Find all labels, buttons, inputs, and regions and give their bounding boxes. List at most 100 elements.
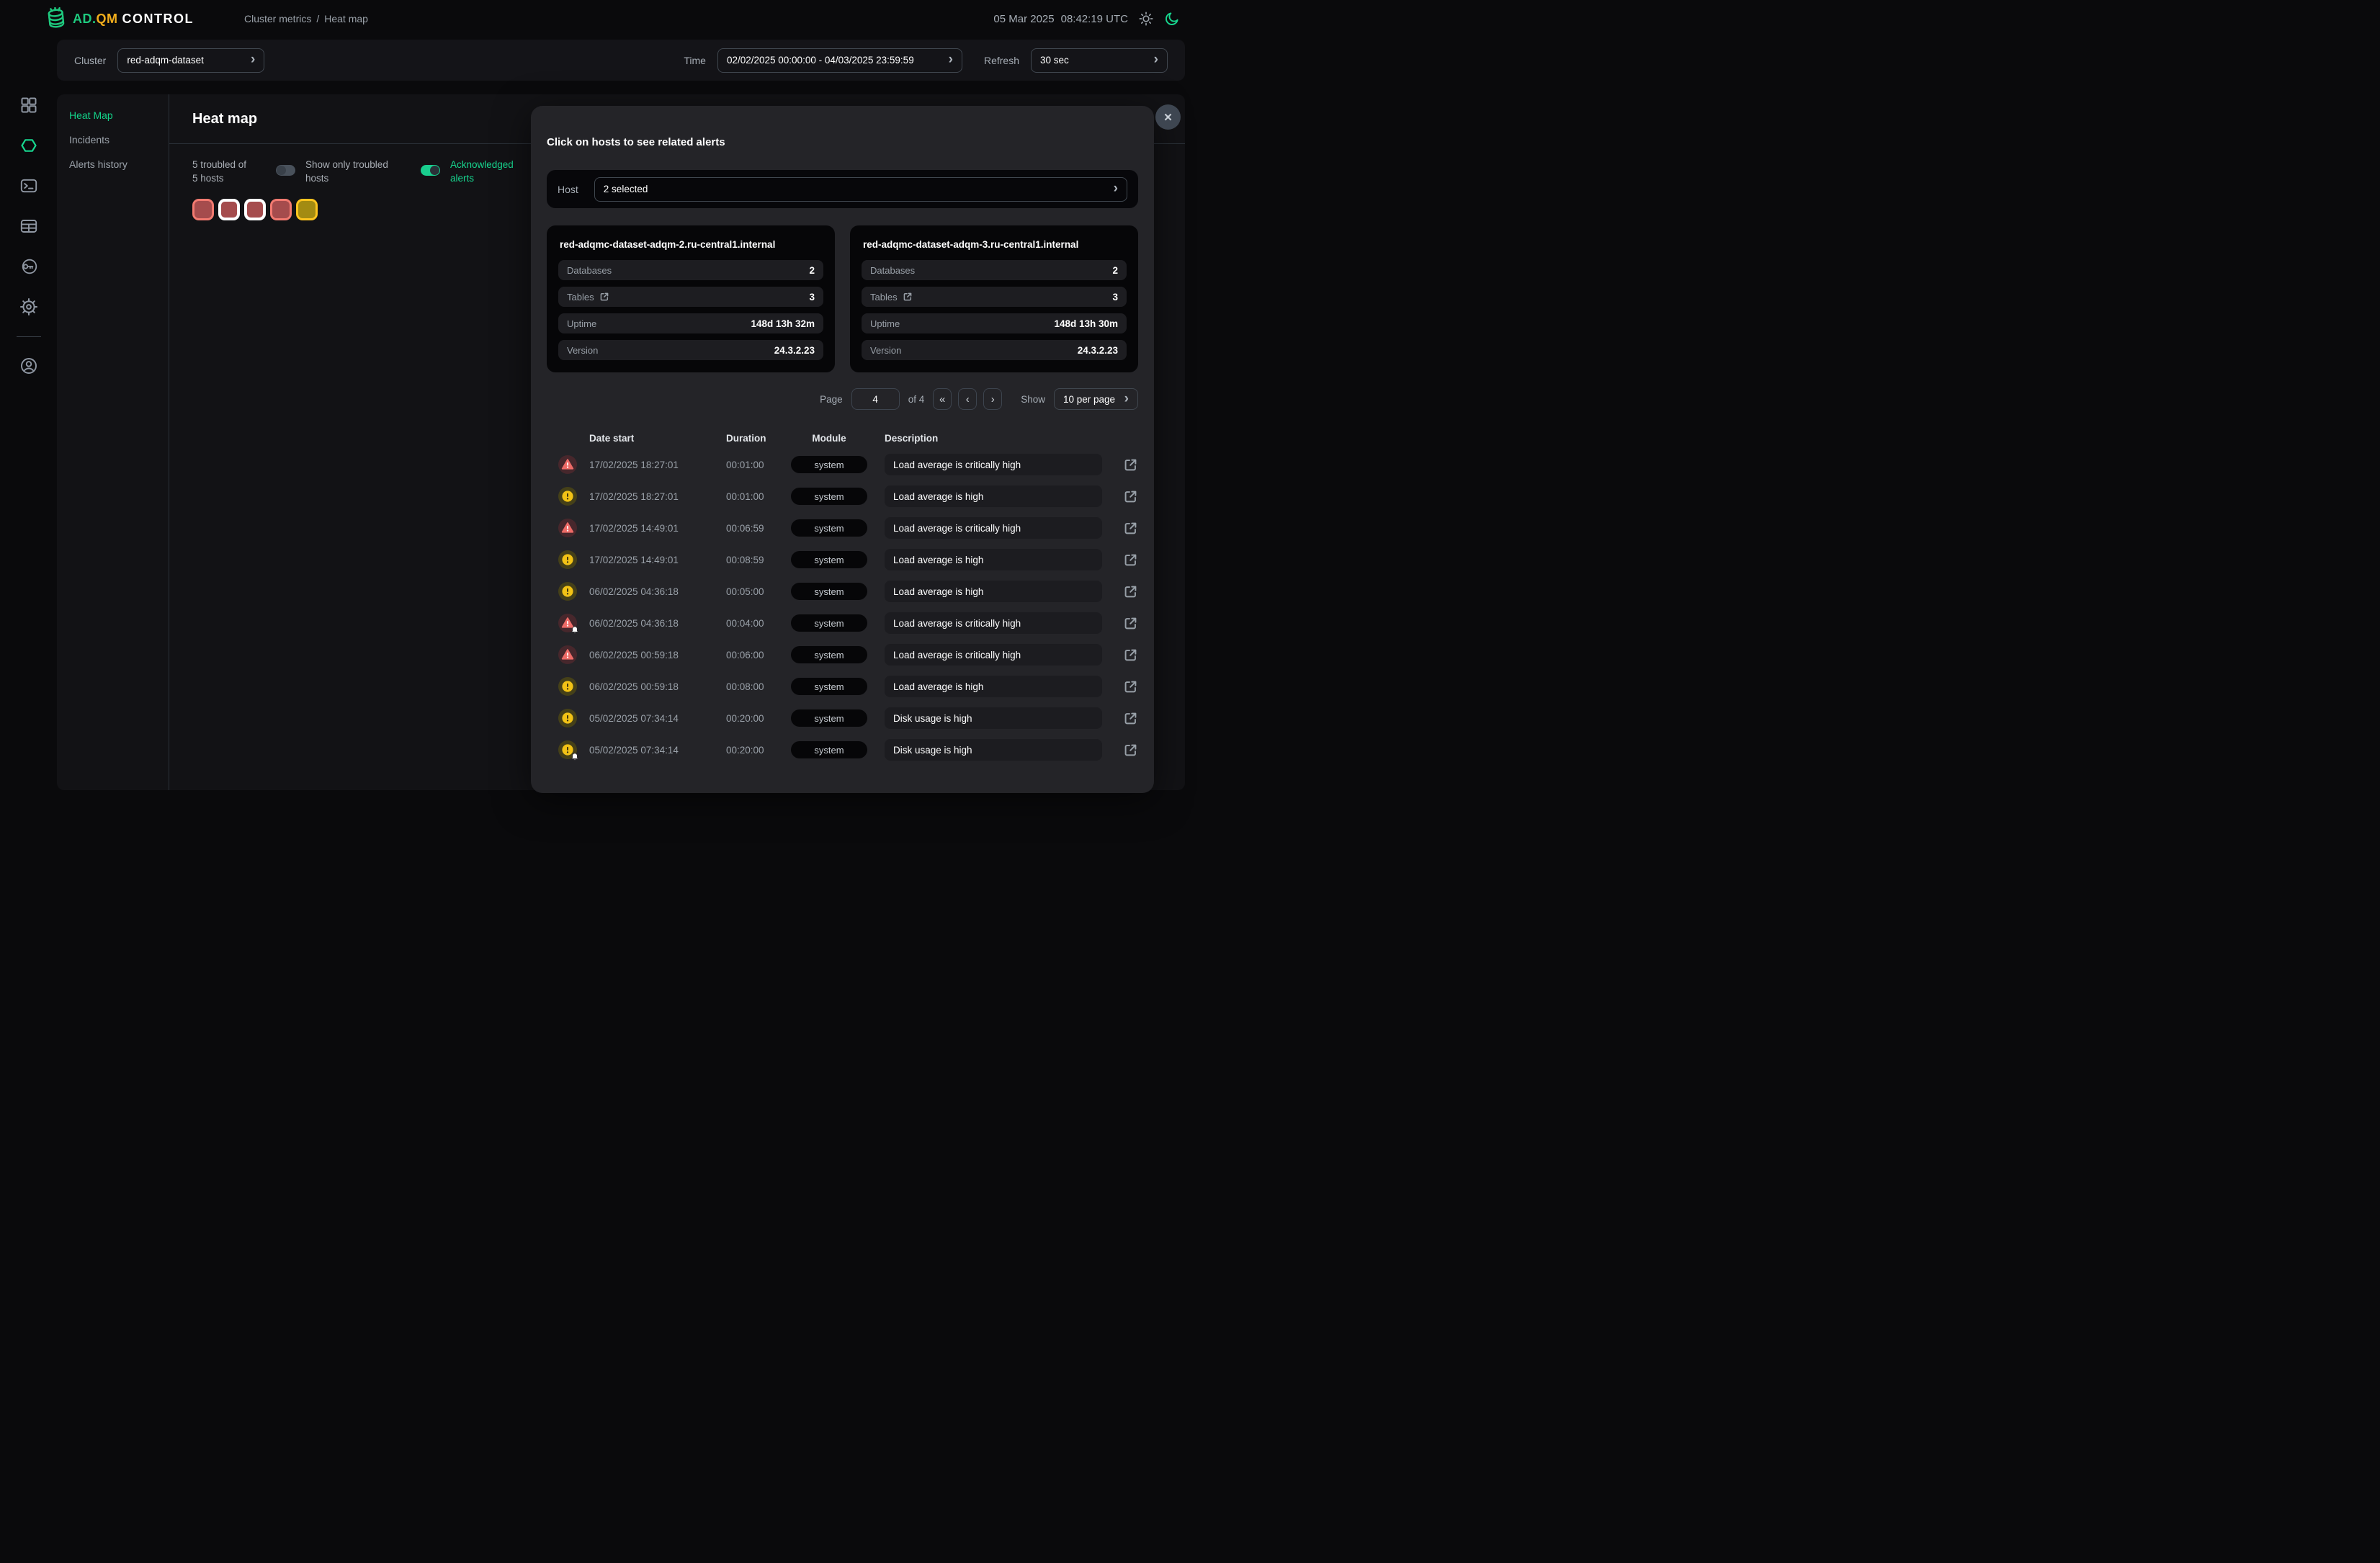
time-label: Time bbox=[684, 55, 706, 66]
alert-row: 06/02/2025 04:36:18 00:04:00 system Load… bbox=[547, 607, 1138, 639]
host-stat-label: Uptime bbox=[567, 318, 596, 329]
refresh-select[interactable]: 30 sec › bbox=[1031, 48, 1168, 73]
monitoring-hexagon-icon[interactable] bbox=[20, 137, 37, 154]
alert-date-start: 17/02/2025 18:27:01 bbox=[589, 460, 726, 470]
open-alert-link-icon[interactable] bbox=[1123, 521, 1138, 536]
breadcrumb: Cluster metrics / Heat map bbox=[244, 13, 368, 24]
dark-theme-button[interactable] bbox=[1164, 11, 1180, 27]
open-alert-link-icon[interactable] bbox=[1123, 743, 1138, 758]
alert-description: Load average is high bbox=[885, 676, 1102, 697]
open-alert-link-icon[interactable] bbox=[1123, 648, 1138, 663]
access-key-icon[interactable] bbox=[20, 258, 37, 275]
first-page-button[interactable]: « bbox=[933, 388, 952, 410]
toggle-knob bbox=[430, 166, 439, 175]
subnav-item-alerts-history[interactable]: Alerts history bbox=[57, 152, 169, 176]
cluster-select[interactable]: red-adqm-dataset › bbox=[117, 48, 264, 73]
database-logo-icon bbox=[45, 7, 67, 30]
host-stat-label: Databases bbox=[870, 265, 915, 276]
alert-duration: 00:05:00 bbox=[726, 586, 791, 597]
tables-icon[interactable] bbox=[20, 218, 37, 235]
header-description: Description bbox=[885, 433, 1102, 444]
open-alert-link-icon[interactable] bbox=[1123, 679, 1138, 694]
page-total: of 4 bbox=[908, 394, 925, 405]
troubled-summary: 5 troubled of 5 hosts bbox=[192, 158, 261, 185]
per-page-select[interactable]: 10 per page › bbox=[1054, 388, 1138, 410]
chevron-right-icon: › bbox=[1154, 53, 1158, 66]
alert-module-badge: system bbox=[791, 488, 867, 505]
prev-page-button[interactable]: ‹ bbox=[958, 388, 977, 410]
utc-clock: 05 Mar 2025 08:42:19 UTC bbox=[993, 13, 1128, 25]
heatmap-host-cell[interactable] bbox=[244, 199, 266, 220]
alert-duration: 00:01:00 bbox=[726, 460, 791, 470]
close-button[interactable]: ✕ bbox=[1155, 104, 1181, 130]
host-stat-value: 24.3.2.23 bbox=[1078, 345, 1118, 356]
next-page-button[interactable]: › bbox=[983, 388, 1002, 410]
open-alert-link-icon[interactable] bbox=[1123, 457, 1138, 473]
toggle-knob bbox=[277, 166, 286, 175]
host-stat-value: 148d 13h 32m bbox=[751, 318, 815, 329]
alert-module-badge: system bbox=[791, 456, 867, 473]
alert-duration: 00:01:00 bbox=[726, 491, 791, 502]
alert-row: 17/02/2025 18:27:01 00:01:00 system Load… bbox=[547, 480, 1138, 512]
subnav-item-incidents[interactable]: Incidents bbox=[57, 127, 169, 152]
acknowledged-toggle[interactable] bbox=[421, 165, 440, 176]
page-input[interactable] bbox=[851, 388, 900, 410]
alert-duration: 00:08:59 bbox=[726, 555, 791, 565]
sun-icon bbox=[1138, 11, 1154, 27]
alert-module-badge: system bbox=[791, 551, 867, 568]
open-alert-link-icon[interactable] bbox=[1123, 552, 1138, 568]
host-stat-value: 2 bbox=[809, 265, 815, 276]
breadcrumb-section[interactable]: Cluster metrics bbox=[244, 13, 311, 24]
heatmap-host-cell[interactable] bbox=[270, 199, 292, 220]
heatmap-host-cell[interactable] bbox=[296, 199, 318, 220]
alert-date-start: 05/02/2025 07:34:14 bbox=[589, 745, 726, 756]
heatmap-host-cell[interactable] bbox=[192, 199, 214, 220]
subnav-item-heat-map[interactable]: Heat Map bbox=[57, 103, 169, 127]
alert-duration: 00:20:00 bbox=[726, 745, 791, 756]
external-link-icon[interactable] bbox=[599, 292, 609, 302]
refresh-label: Refresh bbox=[984, 55, 1019, 66]
heatmap-host-cell[interactable] bbox=[218, 199, 240, 220]
related-alerts-panel: ✕ Click on hosts to see related alerts H… bbox=[531, 106, 1154, 793]
open-alert-link-icon[interactable] bbox=[1123, 489, 1138, 504]
host-stat-value: 148d 13h 30m bbox=[1054, 318, 1118, 329]
per-page-value: 10 per page bbox=[1063, 394, 1119, 405]
open-alert-link-icon[interactable] bbox=[1123, 616, 1138, 631]
critical-alert-icon bbox=[558, 645, 577, 664]
open-alert-link-icon[interactable] bbox=[1123, 711, 1138, 726]
host-stat-value: 3 bbox=[809, 292, 815, 303]
account-icon[interactable] bbox=[20, 357, 37, 375]
light-theme-button[interactable] bbox=[1138, 11, 1154, 27]
alert-module-badge: system bbox=[791, 614, 867, 632]
alert-row: 17/02/2025 18:27:01 00:01:00 system Load… bbox=[547, 449, 1138, 480]
dashboard-grid-icon[interactable] bbox=[20, 97, 37, 114]
alert-module-badge: system bbox=[791, 583, 867, 600]
app-logo[interactable]: AD. QM CONTROL bbox=[45, 7, 194, 30]
open-alert-link-icon[interactable] bbox=[1123, 584, 1138, 599]
clock-date: 05 Mar 2025 bbox=[993, 13, 1054, 25]
panel-title: Click on hosts to see related alerts bbox=[547, 106, 1138, 148]
host-card: red-adqmc-dataset-adqm-2.ru-central1.int… bbox=[547, 225, 835, 372]
time-range-select[interactable]: 02/02/2025 00:00:00 - 04/03/2025 23:59:5… bbox=[717, 48, 962, 73]
alert-date-start: 17/02/2025 14:49:01 bbox=[589, 523, 726, 534]
settings-gear-icon[interactable] bbox=[20, 298, 37, 315]
external-link-icon[interactable] bbox=[903, 292, 913, 302]
alert-duration: 00:20:00 bbox=[726, 713, 791, 724]
clock-time: 08:42:19 UTC bbox=[1061, 13, 1128, 25]
heatmap-controls: 5 troubled of 5 hosts Show only troubled… bbox=[192, 158, 537, 185]
terminal-icon[interactable] bbox=[20, 177, 37, 194]
alert-row: 06/02/2025 04:36:18 00:05:00 system Load… bbox=[547, 576, 1138, 607]
host-stat-label: Databases bbox=[567, 265, 612, 276]
show-label: Show bbox=[1021, 394, 1045, 405]
alert-description: Load average is high bbox=[885, 549, 1102, 570]
host-select[interactable]: 2 selected › bbox=[594, 177, 1127, 202]
app-header: AD. QM CONTROL Cluster metrics / Heat ma… bbox=[0, 0, 1190, 37]
subnav: Heat MapIncidentsAlerts history bbox=[57, 94, 169, 790]
pagination: Page of 4 « ‹ › Show 10 per page › bbox=[547, 388, 1138, 410]
show-troubled-toggle[interactable] bbox=[276, 165, 295, 176]
host-stat-label: Version bbox=[567, 345, 598, 356]
acknowledged-bell-icon bbox=[571, 626, 579, 635]
alert-duration: 00:06:59 bbox=[726, 523, 791, 534]
critical-alert-icon bbox=[558, 455, 577, 474]
host-stat-row: Uptime 148d 13h 30m bbox=[862, 313, 1127, 333]
